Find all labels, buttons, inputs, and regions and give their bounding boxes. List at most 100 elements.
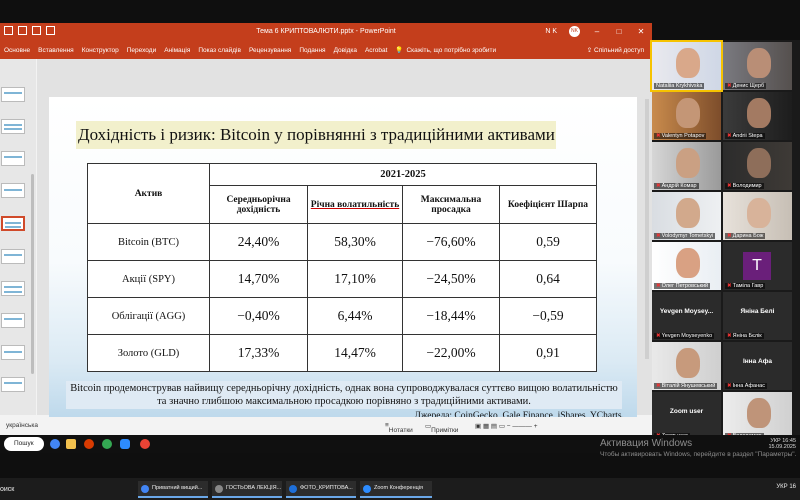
cell-asset: Облігації (AGG) [87,297,210,335]
chrome-icon[interactable] [102,439,112,449]
slide-thumbnail[interactable] [1,281,25,296]
participant-tile[interactable]: ✖Володимир [723,142,792,190]
cell-avg-return: 14,70% [209,260,308,298]
participant-tile[interactable]: Nataliia Krykhivska [650,40,723,92]
task-button[interactable]: Zoom Конференція [360,481,432,498]
participant-tile[interactable]: Яніна Белі ✖Яніна Бєлік [723,292,792,340]
tell-me-label: Скажіть, що потрібно зробити [406,46,497,54]
mic-muted-icon: ✖ [656,283,661,289]
participant-tile[interactable]: ✖Віталій Янушевський [652,342,721,390]
header-avg-return: Середньорічна дохідність [209,185,308,224]
lightbulb-icon: 💡 [395,47,404,54]
header-volatility-text: Річна волатильність [310,199,400,210]
cell-avg-return: −0,40% [209,297,308,335]
tab-help[interactable]: Довідка [334,47,357,54]
chrome-icon[interactable] [50,439,60,449]
participant-tile[interactable]: Інна Афа ✖Інна Афанас [723,342,792,390]
mic-muted-icon: ✖ [656,383,661,389]
participant-tile[interactable]: Zoom user ✖Zoom user [652,392,721,440]
minimize-icon[interactable]: – [592,27,602,37]
tab-insert[interactable]: Вставлення [38,47,74,54]
participant-tile[interactable]: ✖Олег Петровський [652,242,721,290]
slide-thumbnail[interactable] [1,87,25,102]
avatar[interactable]: NK [569,26,580,37]
participant-tile[interactable]: ✖Дарина Бож [723,192,792,240]
participant-video [676,148,700,178]
cell-avg-return: 24,40% [209,223,308,261]
editor-scrollbar[interactable] [645,99,649,359]
cell-asset: Акції (SPY) [87,260,210,298]
slide-thumbnail-current[interactable] [1,216,25,231]
task-button[interactable]: Приватний вищий... [138,481,208,498]
notes-button[interactable]: ≡ Нотатки [385,422,413,434]
participant-tile[interactable]: ✖Денис Щерб [723,42,792,90]
header-drawdown: Максимальна просадка [402,185,500,224]
tab-animations[interactable]: Анімація [164,47,190,54]
windows-activation-watermark: Активация Windows Чтобы активировать Win… [600,438,796,458]
thumbnails-scrollbar[interactable] [31,174,34,374]
tab-review[interactable]: Рецензування [249,47,291,54]
cell-drawdown: −22,00% [402,334,500,372]
tab-view[interactable]: Подання [299,47,325,54]
taskbar-search[interactable]: Пошук [4,437,44,451]
cell-sharpe: −0,59 [499,297,597,335]
participant-display-name: Інна Афа [742,358,773,365]
slide-thumbnail[interactable] [1,119,25,134]
title-bar: Тема 6 КРИПТОВАЛЮТИ.pptx - PowerPoint N … [0,23,652,41]
language-indicator: УКР [776,484,788,490]
chrome-icon [141,485,149,493]
comparison-table[interactable]: Актив 2021-2025 Середньорічна дохідність… [87,163,597,372]
participant-tile[interactable]: T ✖Таміла Гавр [723,242,792,290]
tab-home[interactable]: Основне [4,47,30,54]
participant-tile[interactable]: ✖Володимир [723,392,792,440]
slide-title[interactable]: Дохідність і ризик: Bitcoin у порівнянні… [76,121,556,149]
tell-me-box[interactable]: 💡 Скажіть, що потрібно зробити [395,46,497,55]
participant-tile[interactable]: ✖Andrii Stepa [723,92,792,140]
table-header-row: Актив 2021-2025 [87,163,597,224]
slide-thumbnail[interactable] [1,249,25,264]
host-search[interactable]: оиск [0,486,14,493]
zoom-icon[interactable] [120,439,130,449]
share-button[interactable]: ⇪ Спільний доступ [587,46,644,54]
mic-muted-icon: ✖ [727,83,732,89]
participant-initial-avatar: T [743,252,771,280]
task-button[interactable]: ФОТО_КРИПТОВА... [286,481,356,498]
participant-name: ✖Денис Щерб [725,83,767,89]
table-row: Акції (SPY) 14,70% 17,10% −24,50% 0,64 [87,260,597,298]
search-label: Пошук [14,440,34,447]
maximize-icon[interactable]: □ [614,27,624,37]
slide-thumbnail[interactable] [1,151,25,166]
close-icon[interactable]: ✕ [636,27,646,37]
cell-volatility: 58,30% [307,223,403,261]
powerpoint-icon[interactable] [84,439,94,449]
comments-button[interactable]: ▭ Примітки [425,422,458,434]
cell-volatility: 14,47% [307,334,403,372]
slide-thumbnail[interactable] [1,313,25,328]
chrome-icon[interactable] [140,439,150,449]
conclusion-note[interactable]: Bitcoin продемонстрував найвищу середньо… [66,381,622,409]
tab-design[interactable]: Конструктор [82,47,119,54]
cell-sharpe: 0,59 [499,223,597,261]
participant-tile[interactable]: Yevgen Moysey... ✖Yevgen Moyseyenko [652,292,721,340]
folder-icon[interactable] [66,439,76,449]
participant-tile[interactable]: ✖Андрій Комар [652,142,721,190]
slide-editor-canvas: Дохідність і ризик: Bitcoin у порівнянні… [37,59,652,427]
header-volatility: Річна волатильність [307,185,403,224]
task-button[interactable]: ГОСТЬОВА ЛЕКЦІЯ... [212,481,282,498]
cell-drawdown: −24,50% [402,260,500,298]
host-system-tray[interactable]: УКР 16 [776,484,796,490]
activation-subtitle: Чтобы активировать Windows, перейдите в … [600,451,797,458]
slide-thumbnail[interactable] [1,345,25,360]
participant-tile[interactable]: ✖Valentyn Potapov [652,92,721,140]
language-status[interactable]: українська [6,422,38,429]
tab-slideshow[interactable]: Показ слайдів [198,47,241,54]
slide-thumbnail[interactable] [1,377,25,392]
participant-tile[interactable]: ✖Volodymyr Tometskyi [652,192,721,240]
header-period: 2021-2025 [209,163,597,186]
tab-transitions[interactable]: Переходи [127,47,156,54]
tab-acrobat[interactable]: Acrobat [365,47,387,54]
slide-thumbnail[interactable] [1,183,25,198]
view-buttons[interactable]: ▣ ▦ ▤ ▭ − ——— + [475,422,538,430]
header-sharpe-text: Коефіцієнт Шарпа [507,199,589,210]
clock: 16 [789,484,796,490]
